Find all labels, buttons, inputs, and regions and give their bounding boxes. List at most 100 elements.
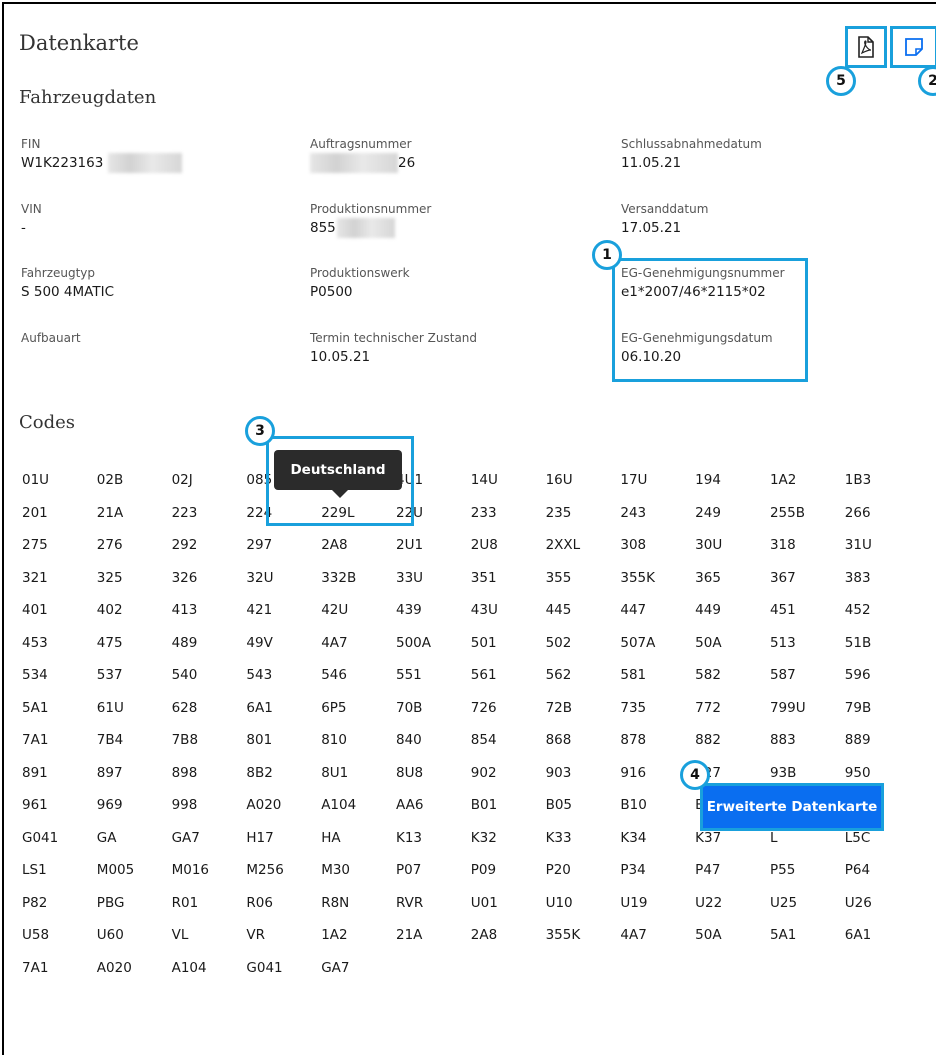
code-item[interactable]: 351 — [471, 564, 546, 597]
code-item[interactable]: 21A — [97, 499, 172, 532]
code-item[interactable]: 562 — [546, 661, 621, 694]
code-item[interactable]: H17 — [246, 824, 321, 857]
code-item[interactable]: AA6 — [396, 791, 471, 824]
code-item[interactable]: 401 — [22, 596, 97, 629]
code-item[interactable]: VR — [246, 921, 321, 954]
code-item[interactable]: K32 — [471, 824, 546, 857]
code-item[interactable]: 8B2 — [246, 759, 321, 792]
code-item[interactable]: GA — [97, 824, 172, 857]
code-item[interactable]: 42U — [321, 596, 396, 629]
code-item[interactable]: 194 — [695, 466, 770, 499]
code-item[interactable]: 501 — [471, 629, 546, 662]
code-item[interactable]: 275 — [22, 531, 97, 564]
code-item[interactable]: 581 — [620, 661, 695, 694]
code-item[interactable]: 79B — [845, 694, 920, 727]
code-item[interactable]: 421 — [246, 596, 321, 629]
code-item[interactable]: 01U — [22, 466, 97, 499]
code-item[interactable]: 551 — [396, 661, 471, 694]
code-item[interactable]: P55 — [770, 856, 845, 889]
code-item[interactable]: 33U — [396, 564, 471, 597]
code-item[interactable]: 882 — [695, 726, 770, 759]
code-item[interactable]: P82 — [22, 889, 97, 922]
code-item[interactable]: M30 — [321, 856, 396, 889]
code-item[interactable]: 726 — [471, 694, 546, 727]
code-item[interactable]: 16U — [546, 466, 621, 499]
code-item[interactable]: 297 — [246, 531, 321, 564]
code-item[interactable]: 402 — [97, 596, 172, 629]
code-item[interactable]: 50A — [695, 629, 770, 662]
code-item[interactable]: B10 — [620, 791, 695, 824]
code-item[interactable]: 276 — [97, 531, 172, 564]
code-item[interactable]: 475 — [97, 629, 172, 662]
code-item[interactable]: 72B — [546, 694, 621, 727]
code-item[interactable]: 365 — [695, 564, 770, 597]
code-item[interactable]: 50A — [695, 921, 770, 954]
code-item[interactable]: 439 — [396, 596, 471, 629]
code-item[interactable]: 233 — [471, 499, 546, 532]
extended-datacard-button[interactable]: Erweiterte Datenkarte — [700, 783, 884, 831]
code-item[interactable]: P20 — [546, 856, 621, 889]
code-item[interactable]: 332B — [321, 564, 396, 597]
code-item[interactable]: 70B — [396, 694, 471, 727]
code-item[interactable]: 6A1 — [845, 921, 920, 954]
code-item[interactable]: K33 — [546, 824, 621, 857]
code-item[interactable]: U10 — [546, 889, 621, 922]
code-item[interactable]: 2U8 — [471, 531, 546, 564]
code-item[interactable]: 292 — [172, 531, 247, 564]
code-item[interactable]: RVR — [396, 889, 471, 922]
code-item[interactable]: 17U — [620, 466, 695, 499]
code-item[interactable]: 445 — [546, 596, 621, 629]
code-item[interactable]: 447 — [620, 596, 695, 629]
code-item[interactable]: 5A1 — [22, 694, 97, 727]
pdf-export-button[interactable] — [845, 26, 887, 68]
code-item[interactable]: U25 — [770, 889, 845, 922]
code-item[interactable]: HA — [321, 824, 396, 857]
code-item[interactable]: 452 — [845, 596, 920, 629]
code-item[interactable]: 7A1 — [22, 954, 97, 987]
code-item[interactable]: 325 — [97, 564, 172, 597]
code-item[interactable]: 902 — [471, 759, 546, 792]
code-item[interactable]: K34 — [620, 824, 695, 857]
code-item[interactable]: 961 — [22, 791, 97, 824]
code-item[interactable]: 502 — [546, 629, 621, 662]
code-item[interactable]: 32U — [246, 564, 321, 597]
code-item[interactable]: B05 — [546, 791, 621, 824]
code-item[interactable]: 540 — [172, 661, 247, 694]
code-item[interactable]: 969 — [97, 791, 172, 824]
code-item[interactable]: U01 — [471, 889, 546, 922]
code-item[interactable]: 998 — [172, 791, 247, 824]
code-item[interactable]: B01 — [471, 791, 546, 824]
code-item[interactable]: 449 — [695, 596, 770, 629]
code-item[interactable]: 255B — [770, 499, 845, 532]
code-item[interactable]: 801 — [246, 726, 321, 759]
code-item[interactable]: 249 — [695, 499, 770, 532]
code-item[interactable]: 883 — [770, 726, 845, 759]
code-item[interactable]: 43U — [471, 596, 546, 629]
code-item[interactable]: U19 — [620, 889, 695, 922]
code-item[interactable]: 587 — [770, 661, 845, 694]
code-item[interactable]: LS1 — [22, 856, 97, 889]
code-item[interactable]: 14U — [471, 466, 546, 499]
code-item[interactable]: M016 — [172, 856, 247, 889]
code-item[interactable]: 31U — [845, 531, 920, 564]
code-item[interactable]: 772 — [695, 694, 770, 727]
code-item[interactable]: 799U — [770, 694, 845, 727]
code-item[interactable]: 582 — [695, 661, 770, 694]
code-item[interactable]: M005 — [97, 856, 172, 889]
code-item[interactable]: 49V — [246, 629, 321, 662]
code-item[interactable]: 367 — [770, 564, 845, 597]
code-item[interactable]: A104 — [321, 791, 396, 824]
code-item[interactable]: 30U — [695, 531, 770, 564]
code-item[interactable]: 6P5 — [321, 694, 396, 727]
note-button[interactable] — [890, 26, 936, 68]
code-item[interactable]: P34 — [620, 856, 695, 889]
code-item[interactable]: 413 — [172, 596, 247, 629]
code-item[interactable]: 355K — [546, 921, 621, 954]
code-item[interactable]: 243 — [620, 499, 695, 532]
code-item[interactable]: P09 — [471, 856, 546, 889]
code-item[interactable]: 453 — [22, 629, 97, 662]
code-item[interactable]: P47 — [695, 856, 770, 889]
code-item[interactable]: GA7 — [321, 954, 396, 987]
code-item[interactable]: 735 — [620, 694, 695, 727]
code-item[interactable]: 810 — [321, 726, 396, 759]
